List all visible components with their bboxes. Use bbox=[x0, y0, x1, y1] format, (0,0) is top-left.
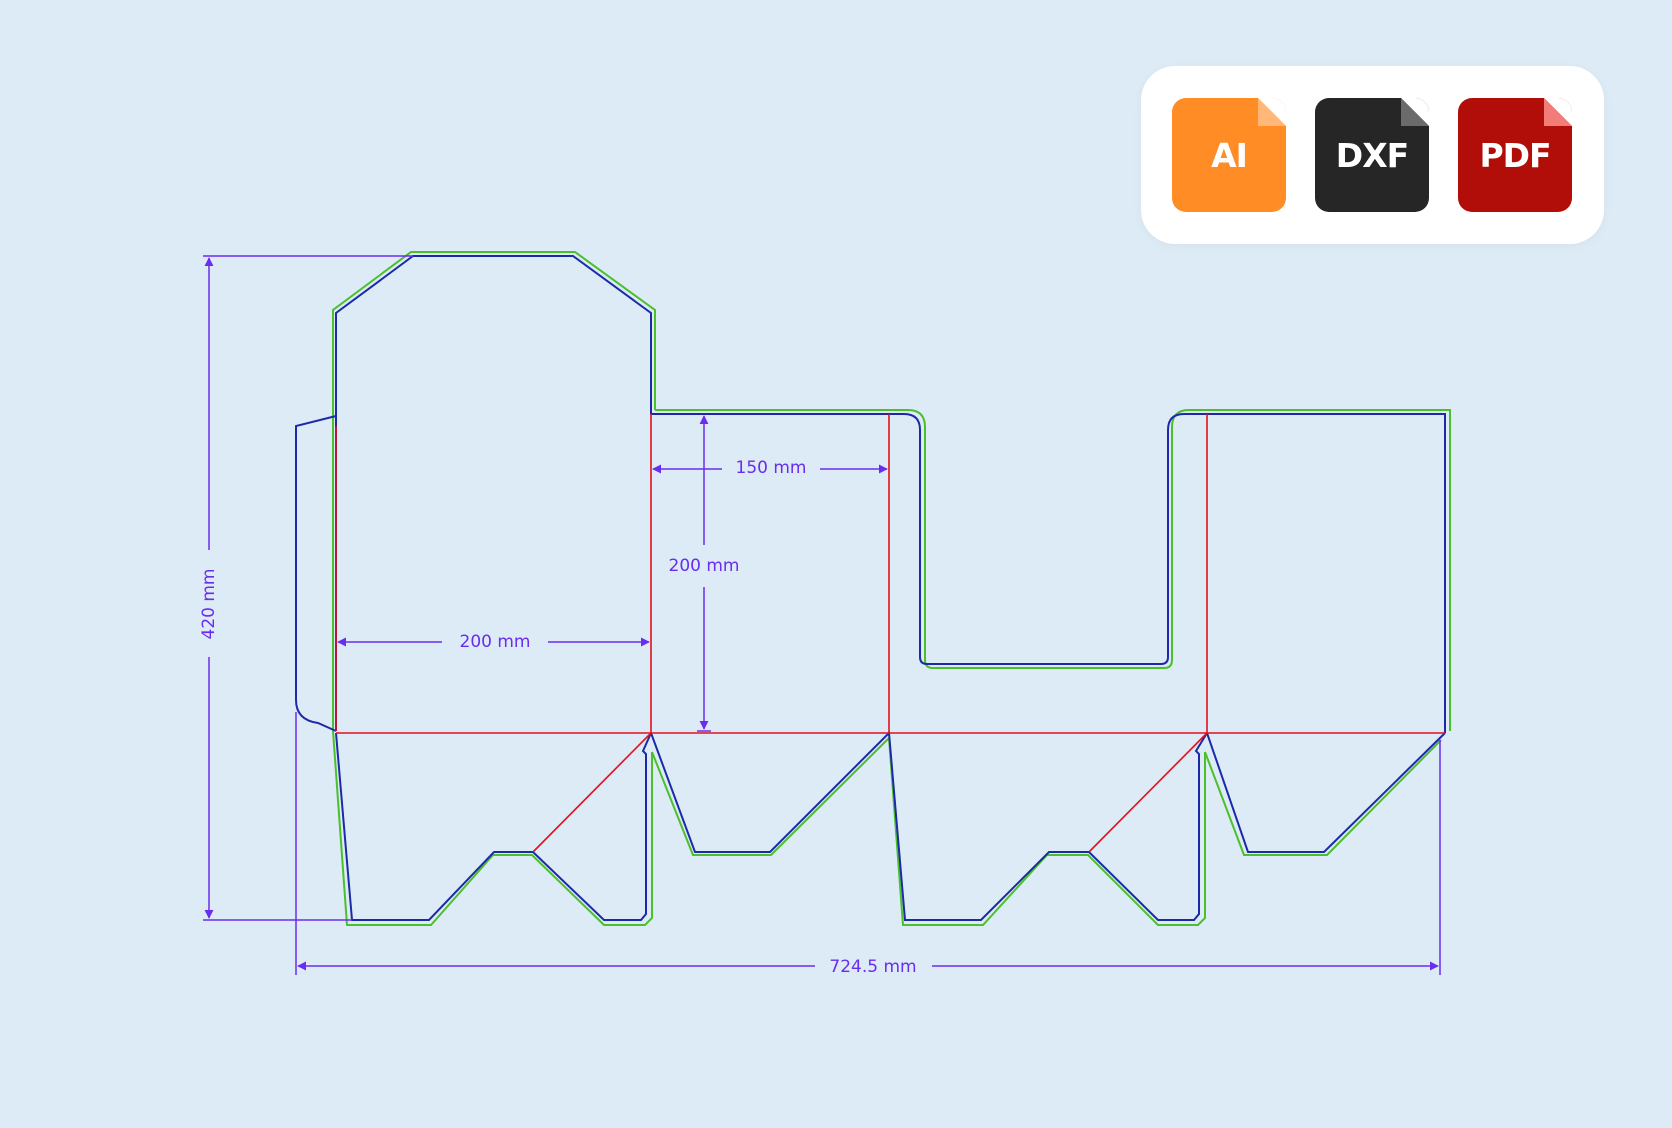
cut-glue-flap bbox=[295, 415, 337, 732]
dim-label-height: 420 mm bbox=[199, 569, 219, 640]
fold-diagonal-left bbox=[532, 732, 652, 853]
dimension-lines bbox=[203, 255, 1441, 975]
file-icon bbox=[1544, 98, 1572, 126]
ai-file-label: AI bbox=[1211, 135, 1248, 175]
ai-file-badge: AI bbox=[1172, 98, 1286, 212]
dim-label-front-width: 200 mm bbox=[460, 632, 531, 652]
cut-bottom-right bbox=[1206, 732, 1446, 853]
file-format-panel: AI DXF PDF bbox=[1141, 66, 1604, 244]
dim-label-panel-height: 200 mm bbox=[669, 556, 740, 576]
cut-lines bbox=[295, 255, 1446, 921]
dxf-file-label: DXF bbox=[1335, 135, 1409, 175]
pdf-file-label: PDF bbox=[1479, 135, 1551, 175]
bleed-lines bbox=[332, 251, 1451, 926]
bleed-bottom-right bbox=[1204, 739, 1442, 856]
pdf-file-badge: PDF bbox=[1458, 98, 1572, 212]
fold-diagonal-right bbox=[1088, 732, 1208, 853]
bleed-top-flap bbox=[332, 251, 656, 731]
dxf-file-badge: DXF bbox=[1315, 98, 1429, 212]
file-icon bbox=[1401, 98, 1429, 126]
cut-top-flap bbox=[335, 255, 652, 731]
dim-label-side-width: 150 mm bbox=[736, 458, 807, 478]
dim-label-width: 724.5 mm bbox=[829, 957, 916, 977]
bleed-bottom-mid bbox=[651, 735, 1206, 926]
bleed-bottom-left bbox=[332, 730, 653, 926]
file-icon bbox=[1258, 98, 1286, 126]
cut-bottom-left bbox=[335, 732, 652, 921]
